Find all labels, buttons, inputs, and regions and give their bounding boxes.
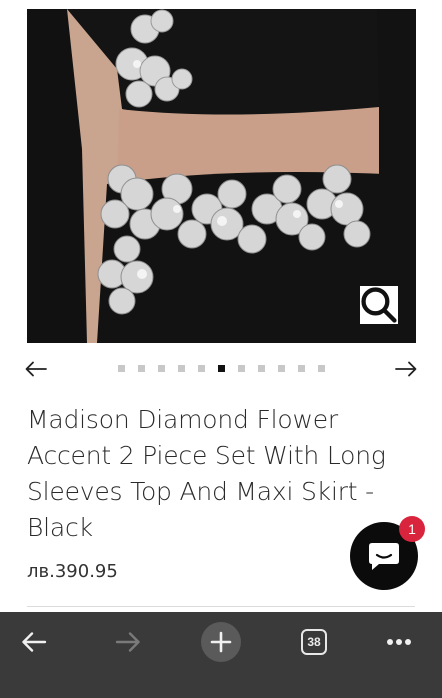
plus-icon — [201, 622, 241, 662]
gallery-dot[interactable] — [118, 365, 125, 372]
gallery-dot[interactable] — [318, 365, 325, 372]
browser-menu-button[interactable] — [377, 620, 421, 664]
gallery-dot[interactable] — [178, 365, 185, 372]
tab-count: 38 — [301, 629, 327, 655]
zoom-button[interactable] — [360, 286, 398, 324]
gallery-dot[interactable] — [258, 365, 265, 372]
next-image-button[interactable] — [389, 355, 423, 383]
more-options-icon — [387, 639, 411, 645]
gallery-dot[interactable] — [278, 365, 285, 372]
back-arrow-icon — [22, 632, 47, 652]
forward-arrow-icon — [115, 632, 140, 652]
gallery-dot[interactable] — [198, 365, 205, 372]
product-price: лв.390.95 — [27, 561, 118, 582]
gallery-dot[interactable] — [298, 365, 305, 372]
product-title: Madison Diamond Flower Accent 2 Piece Se… — [27, 405, 386, 542]
product-image[interactable] — [27, 9, 416, 343]
new-tab-button[interactable] — [199, 620, 243, 664]
search-icon — [361, 287, 397, 323]
gallery-dot[interactable] — [158, 365, 165, 372]
gallery-dot[interactable] — [238, 365, 245, 372]
previous-image-button[interactable] — [19, 355, 53, 383]
browser-forward-button[interactable] — [106, 620, 150, 664]
product-photo — [27, 9, 416, 343]
gallery-navigation — [0, 355, 442, 383]
gallery-dot[interactable] — [138, 365, 145, 372]
tabs-switcher-button[interactable]: 38 — [292, 620, 336, 664]
arrow-left-icon — [25, 361, 47, 377]
gallery-dot[interactable] — [218, 365, 225, 372]
gallery-dots — [118, 365, 325, 372]
divider — [27, 606, 415, 607]
arrow-right-icon — [395, 361, 417, 377]
browser-back-button[interactable] — [12, 620, 56, 664]
unread-badge: 1 — [399, 516, 425, 542]
browser-toolbar: 38 — [0, 612, 442, 698]
chat-bubble-icon — [369, 543, 399, 570]
